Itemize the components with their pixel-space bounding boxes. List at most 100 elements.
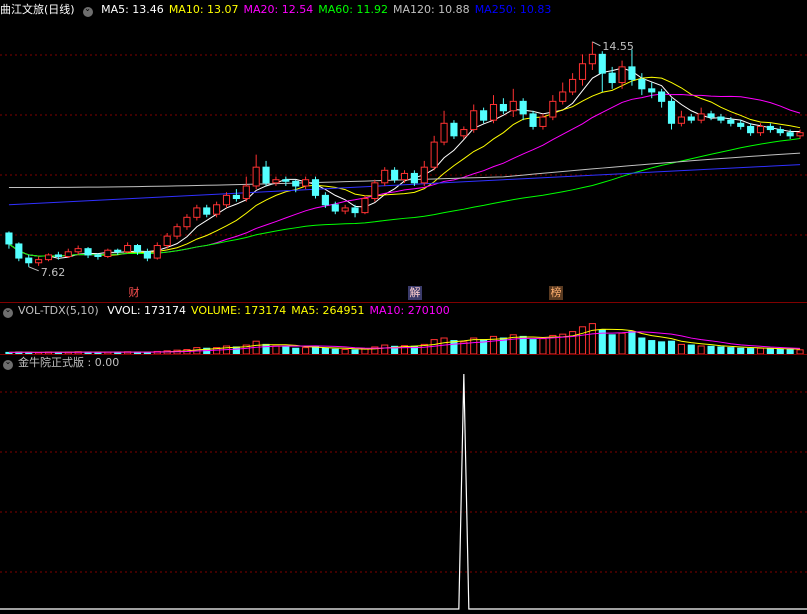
- marker-bang[interactable]: 榜: [549, 286, 563, 300]
- candle-body: [667, 100, 676, 124]
- volume-bar: [717, 346, 725, 354]
- candle-body: [450, 122, 458, 137]
- candle-body: [440, 122, 448, 143]
- candle-body: [203, 207, 211, 215]
- candle-body: [371, 182, 379, 200]
- candle-body: [272, 179, 280, 184]
- volume-bar: [578, 326, 587, 354]
- candle-body: [5, 232, 13, 245]
- indicator-line: [0, 373, 807, 610]
- candle-body: [114, 249, 122, 253]
- candle-body: [173, 226, 181, 237]
- candle-body: [54, 254, 62, 257]
- candle-body: [648, 88, 656, 93]
- candle-body: [509, 100, 517, 112]
- candle-body: [44, 254, 53, 261]
- candle-body: [410, 172, 418, 184]
- candle-body: [104, 249, 112, 257]
- candle-body: [124, 245, 132, 253]
- readout-item: VVOL: 173174: [107, 304, 187, 317]
- candle-body: [213, 204, 221, 215]
- candle-body: [658, 91, 666, 102]
- candle-body: [569, 78, 577, 93]
- candle-body: [747, 125, 755, 134]
- candle-body: [400, 172, 409, 181]
- candle-body: [549, 100, 557, 118]
- chevron-down-icon[interactable]: [3, 308, 13, 318]
- marker-jie[interactable]: 解: [408, 286, 422, 300]
- candle-body: [232, 194, 240, 200]
- volume-bar: [658, 341, 666, 354]
- volume-bar: [311, 346, 320, 354]
- volume-bar: [282, 346, 290, 354]
- volume-bar: [707, 345, 715, 354]
- candle-body: [252, 166, 260, 187]
- candle-body: [529, 113, 537, 127]
- vol-readout: VVOL: 173174 VOLUME: 173174 MA5: 264951 MA1…: [107, 304, 455, 317]
- volume-bar: [470, 337, 478, 354]
- volume-bar: [687, 344, 695, 354]
- candle-body: [480, 110, 488, 121]
- candle-body: [153, 245, 161, 259]
- volume-bar: [667, 340, 676, 354]
- volume-bar: [588, 323, 596, 354]
- readout-item: MA5: 264951: [291, 304, 365, 317]
- candle-body: [737, 122, 745, 127]
- high-pointer: [592, 41, 601, 47]
- candle-body: [341, 207, 349, 212]
- candle-body: [776, 129, 784, 134]
- ma5-line: [8, 67, 801, 259]
- candle-body: [727, 119, 735, 124]
- candle-body: [697, 113, 705, 121]
- volume-bar: [262, 343, 270, 354]
- candle-body: [588, 53, 596, 65]
- marker-cai[interactable]: 财: [127, 286, 141, 300]
- volume-bar: [519, 335, 527, 354]
- candle-body: [559, 91, 567, 102]
- volume-bar: [539, 338, 547, 354]
- candle-body: [331, 204, 339, 212]
- candle-body: [628, 66, 636, 80]
- volume-bar: [628, 331, 636, 354]
- candle-body: [64, 251, 72, 257]
- candle-body: [638, 78, 646, 90]
- indicator-chart: [0, 373, 807, 610]
- candle-body: [133, 245, 142, 253]
- candle-body: [766, 125, 774, 131]
- candle-body: [608, 72, 616, 84]
- readout-item: VOLUME: 173174: [191, 304, 287, 317]
- ind-title: 金牛院正式版 : 0.00: [18, 356, 120, 369]
- candle-body: [677, 116, 685, 124]
- candle-body: [381, 169, 389, 184]
- candle-body: [311, 179, 320, 196]
- candle-body: [242, 185, 250, 200]
- candle-body: [163, 235, 171, 247]
- candle-body: [74, 248, 82, 253]
- candle-body: [499, 103, 507, 112]
- chevron-down-icon[interactable]: [3, 360, 13, 370]
- volume-bar: [232, 346, 240, 354]
- candle-body: [489, 103, 498, 121]
- vol-panel-header: VOL-TDX(5,10) VVOL: 173174 VOLUME: 173174…: [0, 302, 807, 319]
- candle-body: [420, 166, 428, 184]
- readout-item: MA10: 270100: [369, 304, 450, 317]
- candle-body: [183, 216, 191, 228]
- candle-body: [598, 53, 606, 74]
- volume-bar: [618, 332, 626, 354]
- candle-body: [796, 132, 804, 137]
- candle-body: [430, 141, 438, 168]
- volume-chart: [5, 323, 804, 354]
- low-label: 7.62: [41, 266, 66, 279]
- volume-bar: [272, 345, 280, 354]
- candle-body: [15, 243, 23, 259]
- candle-body: [222, 194, 231, 206]
- candle-body: [25, 257, 33, 264]
- candle-body: [391, 169, 399, 181]
- candle-body: [193, 207, 201, 218]
- volume-bar: [440, 337, 448, 354]
- candle-body: [351, 207, 359, 214]
- candle-body: [262, 166, 270, 184]
- candle-body: [687, 116, 695, 121]
- volume-bar: [697, 345, 705, 354]
- candle-body: [361, 198, 369, 214]
